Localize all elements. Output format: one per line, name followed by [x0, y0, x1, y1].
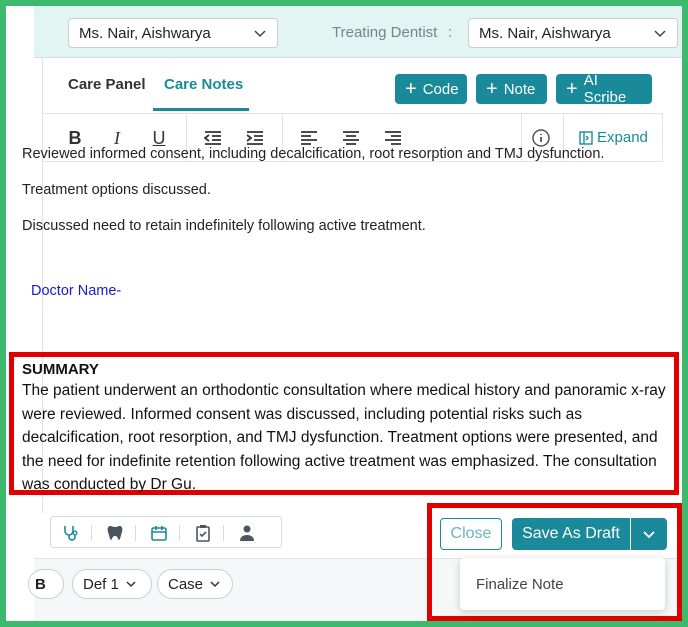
editor-paragraph: Discussed need to retain indefinitely fo… — [22, 218, 426, 234]
close-button[interactable]: Close — [440, 518, 502, 550]
header-bar: Ms. Nair, Aishwarya Treating Dentist : M… — [34, 6, 682, 58]
treating-dentist-label: Treating Dentist — [332, 24, 438, 41]
person-icon — [240, 525, 254, 541]
finalize-note-option[interactable]: Finalize Note — [476, 576, 564, 593]
b-badge[interactable]: B — [28, 569, 64, 599]
doctor-name-field[interactable]: Doctor Name- — [31, 283, 121, 299]
calendar-icon — [151, 526, 167, 541]
provider-select-value: Ms. Nair, Aishwarya — [79, 24, 211, 42]
editor-paragraph: Reviewed informed consent, including dec… — [22, 146, 605, 162]
add-note-button[interactable]: + Note — [476, 74, 547, 104]
plus-icon: + — [405, 78, 417, 100]
icon-divider — [179, 525, 180, 541]
ai-scribe-label: AI Scribe — [583, 72, 627, 106]
add-code-label: Code — [422, 80, 459, 98]
chevron-down-icon — [210, 581, 220, 588]
provider-select[interactable]: Ms. Nair, Aishwarya — [68, 18, 278, 48]
quick-icon-bar — [50, 516, 282, 548]
icon-divider — [91, 525, 92, 541]
note-editor[interactable]: Reviewed informed consent, including dec… — [22, 144, 622, 252]
treating-dentist-select[interactable]: Ms. Nair, Aishwarya — [468, 18, 678, 48]
icon-divider — [223, 525, 224, 541]
tab-care-panel[interactable]: Care Panel — [68, 76, 146, 93]
treating-dentist-colon: : — [448, 24, 453, 41]
icon-divider — [135, 525, 136, 541]
calendar-button[interactable] — [149, 523, 169, 543]
app-frame: Ms. Nair, Aishwarya Treating Dentist : M… — [6, 6, 682, 621]
active-tab-indicator — [153, 108, 249, 111]
clipboard-icon — [196, 525, 210, 542]
tooth-button[interactable] — [105, 523, 125, 543]
save-options-toggle[interactable] — [631, 518, 667, 550]
plus-icon: + — [566, 78, 578, 100]
summary-section: SUMMARY The patient underwent an orthodo… — [9, 352, 679, 495]
stethoscope-button[interactable] — [61, 523, 81, 543]
add-note-label: Note — [503, 80, 536, 98]
def-filter[interactable]: Def 1 — [72, 569, 152, 599]
plus-icon: + — [486, 78, 498, 100]
case-filter-label: Case — [168, 575, 204, 593]
tab-bar: Care Panel Care Notes + Code + Note + AI… — [43, 58, 663, 114]
person-button[interactable] — [237, 523, 257, 543]
chevron-down-icon — [126, 581, 136, 588]
ai-scribe-button[interactable]: + AI Scribe — [556, 72, 652, 106]
treating-dentist-value: Ms. Nair, Aishwarya — [479, 24, 611, 42]
save-as-draft-button[interactable]: Save As Draft — [512, 518, 630, 550]
chevron-down-icon — [654, 30, 666, 38]
summary-title: SUMMARY — [22, 361, 99, 378]
tooth-icon — [107, 526, 123, 540]
chevron-down-icon — [643, 531, 655, 539]
case-filter[interactable]: Case — [157, 569, 233, 599]
expand-icon — [579, 130, 593, 145]
clipboard-button[interactable] — [193, 523, 213, 543]
def-filter-label: Def 1 — [83, 575, 119, 593]
stethoscope-icon — [64, 526, 78, 541]
editor-paragraph: Treatment options discussed. — [22, 182, 211, 198]
add-code-button[interactable]: + Code — [395, 74, 467, 104]
summary-text: The patient underwent an orthodontic con… — [22, 382, 666, 493]
action-section: Close Save As Draft Finalize Note — [427, 503, 682, 621]
save-options-menu: Finalize Note — [460, 558, 665, 610]
tab-care-notes[interactable]: Care Notes — [164, 76, 243, 93]
chevron-down-icon — [254, 30, 266, 38]
